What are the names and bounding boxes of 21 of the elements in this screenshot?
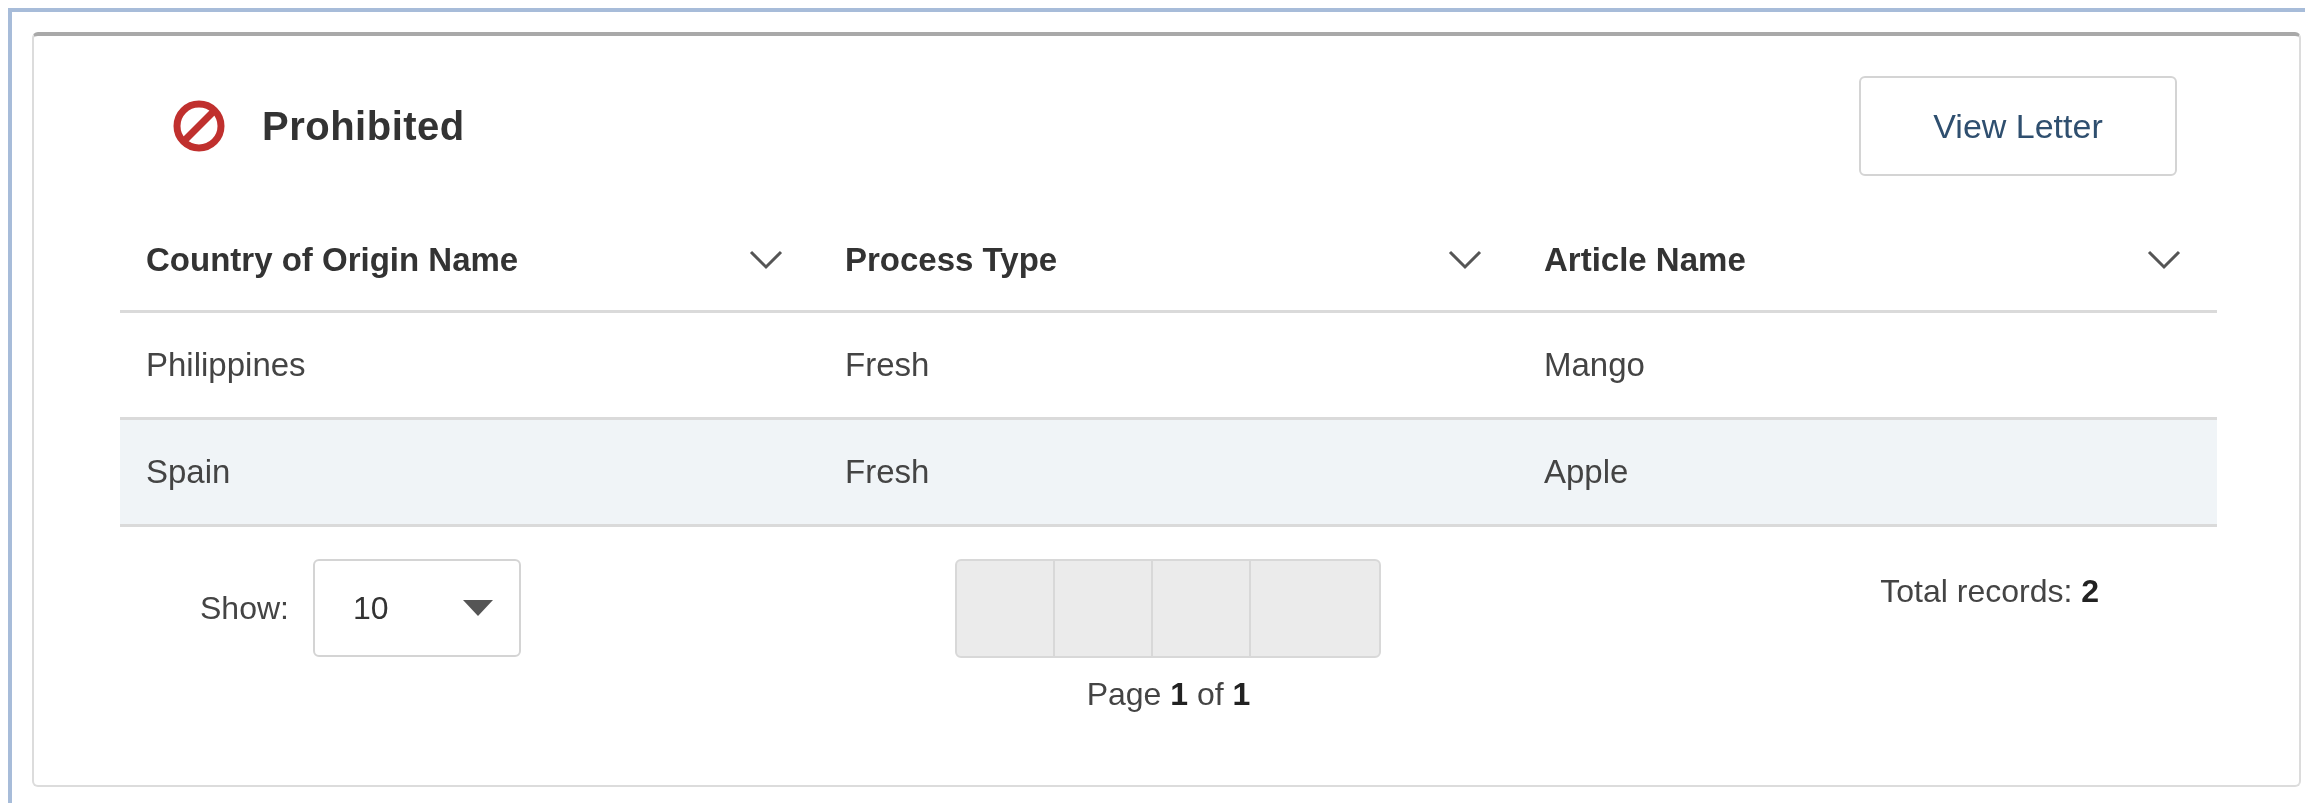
prohibited-icon	[172, 99, 226, 153]
table-cell: Apple	[1518, 418, 2217, 526]
page-size-dropdown[interactable]: 10	[312, 559, 521, 657]
total-records: Total records: 2	[1880, 572, 2099, 611]
table-cell: Spain	[120, 418, 819, 526]
show-label: Show:	[200, 589, 289, 627]
pagination-button[interactable]	[1248, 559, 1381, 658]
column-header[interactable]: Process Type	[845, 241, 1058, 279]
pagination-button[interactable]	[1150, 559, 1251, 658]
page-info: Page 1 of 1	[1086, 676, 1251, 713]
chevron-down-icon[interactable]	[749, 250, 783, 270]
chevron-down-icon[interactable]	[1448, 250, 1482, 270]
caret-down-icon	[462, 600, 493, 616]
column-header[interactable]: Article Name	[1544, 241, 1746, 279]
view-letter-button[interactable]: View Letter	[1859, 76, 2177, 176]
pagination-button[interactable]	[1052, 559, 1153, 658]
panel-title: Prohibited	[262, 103, 465, 149]
column-header[interactable]: Country of Origin Name	[146, 241, 519, 279]
pagination-button[interactable]	[954, 559, 1055, 658]
chevron-down-icon[interactable]	[2147, 250, 2181, 270]
table-cell: Fresh	[819, 418, 1518, 526]
